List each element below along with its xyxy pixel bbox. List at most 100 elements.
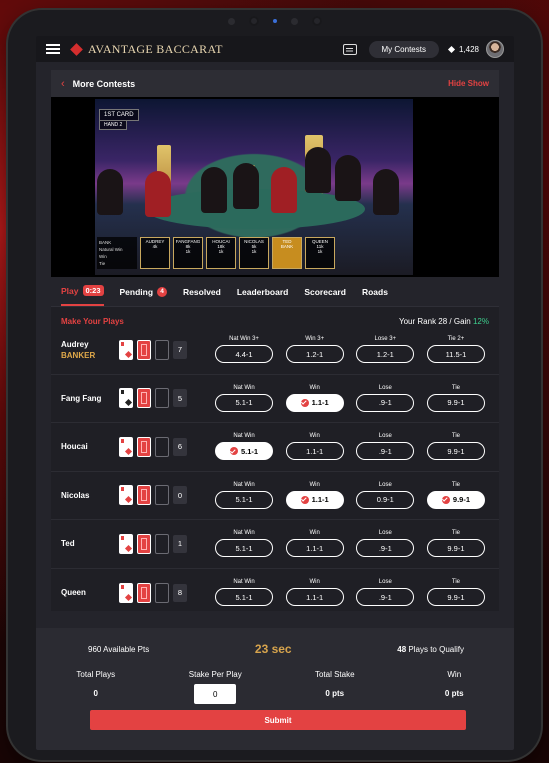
tab-play-label: Play [61,285,79,296]
scoreboard-row-label: BANK [99,240,112,245]
avatar[interactable] [486,40,504,58]
odds-button[interactable]: 5.1-1 [215,393,273,412]
hide-show-button[interactable]: Hide Show [448,79,489,88]
player-rows: Audrey BANKER 7 Nat Win 3+ 4.4-1 Win 3+ … [51,326,499,611]
odds-button[interactable]: 9.9-1 [426,539,485,558]
player-cards: 7 [119,339,215,360]
odds-button[interactable]: 5.1-1 [215,588,273,607]
playing-card [119,388,133,409]
odds-button[interactable]: 1.2-1 [285,345,344,364]
odds-button[interactable]: 5.1-1 [215,490,273,509]
live-video[interactable]: 1ST CARD HAND 2 BANK Natural Win Win Tie… [51,97,499,277]
scoreboard-value: 1k [251,249,257,254]
odds-button[interactable]: 5.1-1 [215,539,273,558]
odds-value: 5.1-1 [235,495,253,505]
odds-button[interactable]: 9.9-1 [426,588,485,607]
bet-option: Tie 2+ 11.5-1 [426,336,485,364]
odds-button[interactable]: 9.9-1 [426,393,485,412]
odds-button[interactable]: 1.1-1 [285,393,344,412]
odds-value: .9-1 [378,592,392,602]
tab-pending[interactable]: Pending 4 [120,277,168,306]
odds-button[interactable]: 11.5-1 [426,345,485,364]
bet-label: Win 3+ [305,336,325,343]
odds-button[interactable]: .9-1 [356,393,415,412]
brand-logo[interactable]: AVANTAGE BACCARAT [70,42,223,57]
scoreboard-row-label: Natural Win [99,247,123,252]
rank-display: Your Rank 28 / Gain 12% [399,317,489,326]
odds-button[interactable]: 5.1-1 [215,442,273,461]
tab-play[interactable]: Play 0:23 [61,277,104,306]
odds-button[interactable]: .9-1 [356,588,415,607]
footer-summary: 960 Available Pts 23 sec 48 Plays to Qua… [36,628,514,656]
chat-icon[interactable] [342,43,357,55]
bet-option: Nat Win 5.1-1 [215,385,273,412]
stake-input[interactable]: 0 [194,684,237,704]
odds-button[interactable]: 9.9-1 [426,490,485,509]
player-name: Queen [61,588,86,598]
tab-scorecard[interactable]: Scorecard [304,277,346,306]
player-name-block: Fang Fang [61,393,119,404]
odds-button[interactable]: 9.9-1 [426,442,485,461]
player-figure [97,169,123,215]
bet-option: Tie 9.9-1 [426,482,485,509]
rank-text: Your Rank 28 / Gain [399,317,473,326]
player-name: Ted [61,539,75,549]
playing-card [119,582,133,603]
tab-roads[interactable]: Roads [362,277,388,306]
bet-label: Tie [451,530,461,537]
more-contests-link[interactable]: More Contests [73,79,136,89]
my-contests-button[interactable]: My Contests [368,40,439,58]
total-plays-value: 0 [93,689,98,698]
submit-button[interactable]: Submit [90,710,466,730]
odds-button[interactable]: 0.9-1 [356,490,415,509]
chevron-left-icon[interactable]: ‹ [61,78,65,90]
odds-button[interactable]: 4.4-1 [215,345,273,364]
check-icon [300,398,309,407]
menu-icon[interactable] [46,44,60,54]
odds-button[interactable]: 1.1-1 [285,490,344,509]
player-figure [373,169,399,215]
odds-button[interactable]: 1.2-1 [356,345,415,364]
odds-button[interactable]: 1.1-1 [285,539,344,558]
sensor-dot [227,17,235,25]
bet-label: Win [309,384,320,391]
bet-option: Tie 9.9-1 [426,579,485,607]
bet-label: Lose 3+ [374,336,397,343]
player-figure [335,155,361,201]
available-points: 960 Available Pts [88,644,150,654]
sensor-dot [290,17,298,25]
odds-button[interactable]: 1.1-1 [285,588,344,607]
scoreboard-row-label: Win [99,254,107,259]
odds-button[interactable]: .9-1 [356,539,415,558]
odds-value: .9-1 [378,398,392,408]
card-slot [155,388,169,409]
scoreboard-value: 1k [185,249,191,254]
bet-label: Nat Win 3+ [229,336,259,343]
odds-value: 1.2-1 [376,349,394,359]
odds-button[interactable]: 1.1-1 [285,442,344,461]
tab-pending-label: Pending [119,286,154,297]
bet-option: Win 1.1-1 [285,530,344,558]
tab-leaderboard[interactable]: Leaderboard [237,277,289,306]
odds-value: 5.1-1 [235,592,253,602]
scoreboard-value: BANK [280,244,294,249]
player-name: Fang Fang [61,393,102,403]
odds-value: 5.1-1 [235,543,253,553]
bet-option: Win 1.1-1 [285,384,344,412]
odds-value: 0.9-1 [376,495,394,505]
odds-value: .9-1 [378,446,392,456]
playing-card [119,485,133,506]
bet-label: Win [309,530,320,537]
hand-label: HAND 2 [99,120,128,130]
bet-label: Win [309,481,320,488]
total-stake-value: 0 pts [325,689,345,698]
tab-resolved[interactable]: Resolved [183,277,221,306]
hand-score: 8 [173,583,187,602]
gain-value: 12% [472,317,489,326]
card-back [137,436,151,457]
bet-label: Win [309,579,320,586]
odds-button[interactable]: .9-1 [356,442,415,461]
card-back [137,533,151,554]
bet-label: Nat Win [233,384,255,391]
card-slot [155,339,169,360]
